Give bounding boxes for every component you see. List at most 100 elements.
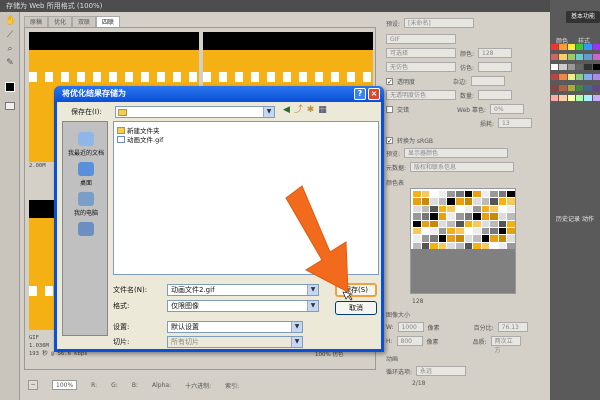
color-table-swatch[interactable]	[438, 235, 447, 242]
format-select[interactable]: GIF	[386, 34, 456, 44]
color-table-swatch[interactable]	[473, 220, 481, 227]
color-table-swatch[interactable]	[473, 235, 481, 242]
workspace-button[interactable]: 基本功能	[566, 11, 600, 23]
cancel-button[interactable]: 取消	[335, 301, 377, 315]
color-table-swatch[interactable]	[507, 235, 515, 242]
ps-swatch[interactable]	[551, 54, 559, 61]
color-table-swatch[interactable]	[455, 205, 464, 213]
ps-swatch[interactable]	[584, 74, 592, 81]
settings-select[interactable]: 默认设置 ▼	[167, 321, 303, 333]
color-table-swatch[interactable]	[447, 220, 455, 227]
color-table-swatch[interactable]	[430, 235, 438, 242]
color-table-swatch[interactable]	[438, 220, 447, 227]
color-table-swatch[interactable]	[498, 213, 507, 220]
ps-swatch[interactable]	[551, 74, 559, 81]
color-table-swatch[interactable]	[430, 227, 438, 235]
save-button[interactable]: 保存(S)	[335, 283, 377, 297]
color-table-swatch[interactable]	[421, 235, 430, 242]
format-select[interactable]: 仅限图像 ▼	[167, 300, 319, 312]
color-table-swatch[interactable]	[473, 191, 481, 198]
colors-select[interactable]: 128	[478, 48, 513, 58]
metadata-select[interactable]: 版权和联系信息	[410, 162, 515, 172]
ps-swatch[interactable]	[576, 44, 584, 50]
preview-select[interactable]: 显示器颜色	[404, 148, 509, 158]
color-table-swatch[interactable]	[490, 227, 498, 235]
color-table-swatch[interactable]	[473, 198, 481, 205]
tab-2-up[interactable]: 双联	[72, 16, 97, 27]
back-icon[interactable]: ◀	[281, 105, 292, 116]
color-table-swatch[interactable]	[447, 198, 455, 205]
ps-swatch[interactable]	[576, 64, 584, 71]
ps-swatch[interactable]	[567, 94, 575, 101]
color-table-swatch[interactable]	[507, 198, 515, 205]
ps-swatch[interactable]	[576, 54, 584, 61]
color-table-swatch[interactable]	[413, 235, 421, 242]
color-table-swatch[interactable]	[421, 198, 430, 205]
color-table-swatch[interactable]	[438, 191, 447, 198]
tab-optimized[interactable]: 优化	[48, 16, 73, 27]
ps-swatch[interactable]	[567, 64, 575, 71]
color-table-swatch[interactable]	[473, 227, 481, 235]
save-in-combo[interactable]: ▼	[115, 106, 275, 118]
ps-tab-actions[interactable]: 动作	[582, 214, 594, 223]
chevron-down-icon[interactable]: ▼	[291, 322, 302, 332]
color-table-swatch[interactable]	[473, 213, 481, 220]
color-table-swatch[interactable]	[464, 220, 473, 227]
color-table-swatch[interactable]	[507, 191, 515, 198]
color-table-swatch[interactable]	[413, 205, 421, 213]
color-table-swatch[interactable]	[447, 235, 455, 242]
view-menu-icon[interactable]: ▦	[317, 105, 328, 116]
matte-select[interactable]	[471, 76, 506, 86]
web-snap-select[interactable]: 0%	[490, 104, 525, 114]
color-table-swatch[interactable]	[421, 205, 430, 213]
ps-swatch[interactable]	[584, 94, 592, 101]
zoom-tool-icon[interactable]: ⌕	[5, 44, 15, 54]
ps-swatch[interactable]	[584, 64, 592, 71]
color-table-swatch[interactable]	[421, 213, 430, 220]
color-table-swatch[interactable]	[481, 213, 490, 220]
lossy-select[interactable]: 13	[498, 118, 533, 128]
color-table-swatch[interactable]	[430, 220, 438, 227]
color-table-swatch[interactable]	[438, 205, 447, 213]
color-table-swatch[interactable]	[498, 235, 507, 242]
ps-swatch[interactable]	[559, 94, 567, 101]
color-table-swatch[interactable]	[507, 205, 515, 213]
tab-original[interactable]: 原稿	[24, 16, 49, 27]
color-table-swatch[interactable]	[464, 191, 473, 198]
color-table-swatch[interactable]	[455, 198, 464, 205]
place-network[interactable]	[63, 222, 109, 238]
color-table-swatch[interactable]	[481, 205, 490, 213]
place-recent[interactable]: 我最近的文档	[63, 132, 109, 157]
color-table-swatch[interactable]	[490, 220, 498, 227]
color-table-swatch[interactable]	[507, 213, 515, 220]
new-folder-icon[interactable]: ✱	[305, 105, 316, 116]
reduction-select[interactable]: 可选择	[386, 48, 456, 58]
color-table-swatch[interactable]	[438, 198, 447, 205]
color-table-swatch[interactable]	[421, 227, 430, 235]
ps-swatch[interactable]	[592, 74, 600, 81]
ps-swatch[interactable]	[567, 44, 575, 50]
transparency-dither-select[interactable]: 无透明度仿色	[386, 90, 456, 100]
color-table-swatch[interactable]	[438, 227, 447, 235]
color-table-swatch[interactable]	[455, 213, 464, 220]
color-table-swatch[interactable]	[464, 213, 473, 220]
ps-swatch[interactable]	[592, 64, 600, 71]
color-table-swatch[interactable]	[481, 220, 490, 227]
color-table-swatch[interactable]	[413, 227, 421, 235]
ps-swatch[interactable]	[559, 64, 567, 71]
close-icon[interactable]: ×	[368, 88, 380, 100]
dither-amount[interactable]	[478, 62, 513, 72]
color-table-swatch[interactable]	[413, 213, 421, 220]
hand-tool-icon[interactable]: ✋	[5, 16, 16, 26]
filename-input[interactable]: 动画文件2.gif ▼	[167, 284, 319, 296]
quality-select[interactable]: 两次立方	[490, 336, 521, 354]
toggle-slices-icon[interactable]	[5, 102, 15, 110]
color-table-swatch[interactable]	[490, 198, 498, 205]
color-table-swatch[interactable]	[490, 205, 498, 213]
color-table-swatch[interactable]	[498, 220, 507, 227]
ps-swatch[interactable]	[559, 54, 567, 61]
color-table-swatch[interactable]	[447, 227, 455, 235]
color-table-swatch[interactable]	[447, 205, 455, 213]
ps-swatch[interactable]	[576, 94, 584, 101]
color-table-swatch[interactable]	[490, 235, 498, 242]
